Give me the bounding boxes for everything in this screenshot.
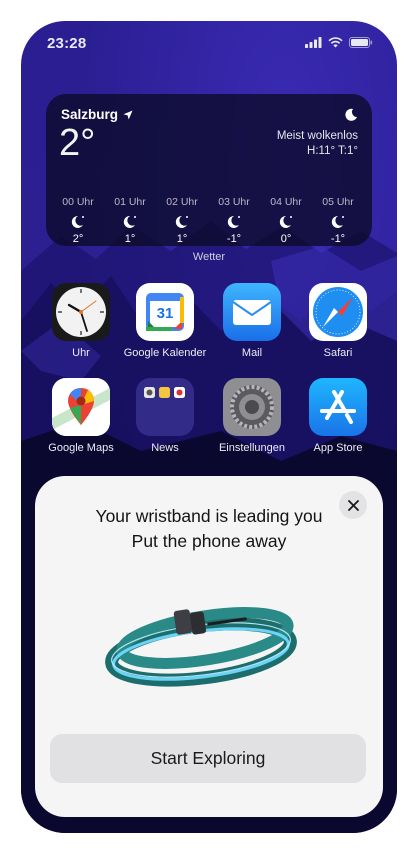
wristband-image	[105, 607, 297, 687]
moon-stars-icon	[227, 215, 240, 228]
moon-stars-icon	[279, 215, 292, 228]
app-news-folder[interactable]: News	[120, 378, 210, 454]
weather-hour-item: 03 Uhr -1°	[208, 196, 260, 245]
app-store-icon	[309, 378, 367, 436]
widget-label: Wetter	[192, 251, 226, 263]
hour-label: 04 Uhr	[270, 196, 302, 208]
location-arrow-icon	[123, 110, 133, 119]
hour-temp: -1°	[226, 233, 242, 245]
hour-temp: -1°	[330, 233, 346, 245]
weather-city-label: Salzburg	[61, 107, 119, 122]
weather-hour-item: 01 Uhr 1°	[104, 196, 156, 245]
wristband-sheet: Your wristband is leading you Put the ph…	[35, 476, 383, 817]
app-label: App Store	[313, 442, 363, 454]
hour-temp: 2°	[72, 233, 84, 245]
hour-temp: 1°	[176, 233, 188, 245]
clock-icon	[52, 283, 110, 341]
calendar-day: 31	[156, 305, 174, 322]
weather-temperature: 2°	[59, 122, 96, 164]
moon-stars-icon	[175, 215, 188, 228]
weather-hour-item: 04 Uhr 0°	[260, 196, 312, 245]
app-mail[interactable]: Mail	[207, 283, 297, 359]
weather-city: Salzburg	[61, 107, 133, 122]
moon-stars-icon	[331, 215, 344, 228]
moon-stars-icon	[123, 215, 136, 228]
app-label: Mail	[241, 347, 263, 359]
hour-label: 03 Uhr	[218, 196, 250, 208]
hour-label: 00 Uhr	[62, 196, 94, 208]
google-maps-icon	[52, 378, 110, 436]
weather-hourly: 00 Uhr 2° 01 Uhr 1° 02 Uhr 1° 03 Uhr -1°…	[46, 196, 372, 245]
app-label: Google Maps	[48, 442, 114, 454]
cellular-signal-icon	[305, 37, 322, 48]
app-safari[interactable]: Safari	[293, 283, 383, 359]
battery-icon	[349, 37, 373, 48]
app-label: Google Kalender	[123, 347, 207, 359]
start-exploring-button[interactable]: Start Exploring	[50, 734, 366, 783]
sheet-title: Your wristband is leading you Put the ph…	[35, 504, 383, 554]
google-calendar-icon: 31	[136, 283, 194, 341]
hour-label: 02 Uhr	[166, 196, 198, 208]
status-time: 23:28	[47, 35, 87, 52]
app-app-store[interactable]: App Store	[293, 378, 383, 454]
status-icons	[305, 37, 373, 48]
status-bar: 23:28	[21, 21, 397, 65]
app-label: Safari	[323, 347, 353, 359]
app-google-kalender[interactable]: 31 Google Kalender	[120, 283, 210, 359]
weather-condition: Meist wolkenlos	[276, 130, 358, 142]
hour-temp: 1°	[124, 233, 136, 245]
weather-widget[interactable]: Salzburg 2° Meist wolkenlos H:11° T:1° 0…	[46, 94, 372, 246]
weather-hour-item: 00 Uhr 2°	[52, 196, 104, 245]
app-google-maps[interactable]: Google Maps	[36, 378, 126, 454]
safari-icon	[309, 283, 367, 341]
moon-icon	[345, 108, 357, 121]
weather-high-low: H:11° T:1°	[307, 145, 358, 157]
moon-stars-icon	[71, 215, 84, 228]
sheet-title-line1: Your wristband is leading you	[95, 506, 323, 526]
sheet-title-line2: Put the phone away	[131, 531, 287, 551]
app-label: News	[151, 442, 179, 454]
app-einstellungen[interactable]: Einstellungen	[207, 378, 297, 454]
app-label: Uhr	[72, 347, 90, 359]
folder-icon	[136, 378, 194, 436]
hour-label: 01 Uhr	[114, 196, 146, 208]
app-uhr[interactable]: Uhr	[36, 283, 126, 359]
wifi-icon	[328, 37, 343, 48]
hour-temp: 0°	[280, 233, 292, 245]
mail-icon	[223, 283, 281, 341]
hour-label: 05 Uhr	[322, 196, 354, 208]
settings-gear-icon	[223, 378, 281, 436]
weather-hour-item: 02 Uhr 1°	[156, 196, 208, 245]
weather-hour-item: 05 Uhr -1°	[312, 196, 364, 245]
app-label: Einstellungen	[218, 442, 286, 454]
